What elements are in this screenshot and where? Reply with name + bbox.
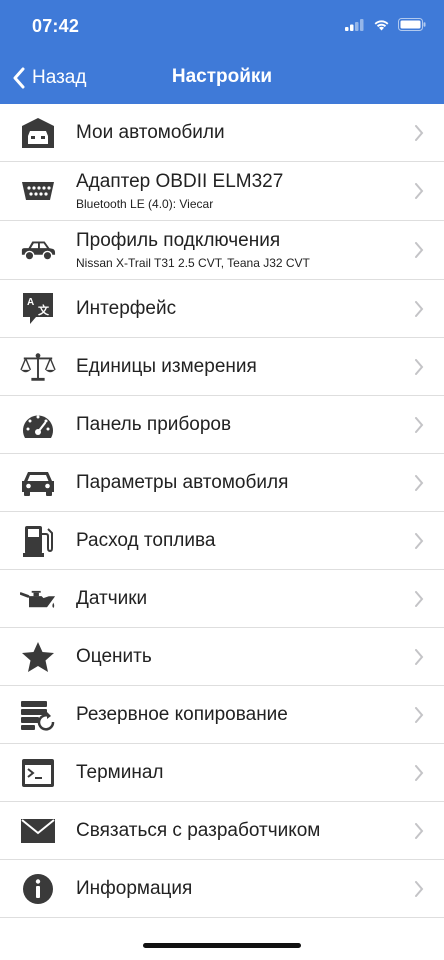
- chevron-right-icon: [415, 358, 424, 375]
- settings-item-connection-profile[interactable]: Профиль подключения Nissan X-Trail T31 2…: [0, 221, 444, 280]
- status-time: 07:42: [32, 16, 80, 36]
- back-button[interactable]: Назад: [12, 63, 86, 93]
- item-label: Панель приборов: [76, 413, 232, 435]
- chevron-right-icon: [415, 300, 424, 317]
- star-icon: [20, 639, 56, 675]
- svg-text:文: 文: [38, 303, 50, 317]
- chevron-right-icon: [415, 880, 424, 897]
- settings-item-my-cars[interactable]: Мои автомобили: [0, 104, 444, 162]
- info-icon: [20, 871, 56, 907]
- settings-item-dashboard[interactable]: Панель приборов: [0, 396, 444, 454]
- envelope-icon: [20, 813, 56, 849]
- settings-item-backup[interactable]: Резервное копирование: [0, 686, 444, 744]
- chevron-left-icon: [13, 67, 25, 89]
- item-label: Терминал: [76, 761, 164, 783]
- item-label: Датчики: [76, 587, 148, 609]
- item-subtitle: Bluetooth LE (4.0): Viecar: [76, 197, 214, 211]
- language-icon: A 文: [20, 291, 56, 327]
- settings-item-units[interactable]: Единицы измерения: [0, 338, 444, 396]
- item-label: Расход топлива: [76, 529, 216, 551]
- gauge-icon: [20, 407, 56, 443]
- chevron-right-icon: [415, 124, 424, 141]
- chevron-right-icon: [415, 416, 424, 433]
- car-side-icon: [20, 232, 56, 268]
- item-label: Мои автомобили: [76, 121, 225, 143]
- settings-item-vehicle-parameters[interactable]: Параметры автомобиля: [0, 454, 444, 512]
- settings-item-fuel-consumption[interactable]: Расход топлива: [0, 512, 444, 570]
- settings-item-terminal[interactable]: Терминал: [0, 744, 444, 802]
- status-icons: [345, 18, 426, 31]
- chevron-right-icon: [415, 706, 424, 723]
- item-label: Единицы измерения: [76, 355, 257, 377]
- settings-list: Мои автомобили Адаптер OBDII ELM327 Blue…: [0, 104, 444, 918]
- wifi-icon: [374, 19, 389, 30]
- status-bar: 07:42: [0, 0, 444, 52]
- back-label: Назад: [32, 67, 87, 88]
- garage-icon: [20, 115, 56, 151]
- item-label: Связаться с разработчиком: [76, 819, 321, 841]
- chevron-right-icon: [415, 474, 424, 491]
- obd-connector-icon: [20, 173, 56, 209]
- chevron-right-icon: [415, 532, 424, 549]
- home-indicator[interactable]: [143, 943, 301, 948]
- item-subtitle: Nissan X-Trail T31 2.5 CVT, Teana J32 CV…: [76, 256, 310, 270]
- item-label: Информация: [76, 877, 193, 899]
- oil-can-icon: [20, 581, 56, 617]
- chevron-right-icon: [415, 764, 424, 781]
- item-label: Профиль подключения: [76, 230, 281, 251]
- chevron-right-icon: [415, 590, 424, 607]
- settings-item-rate[interactable]: Оценить: [0, 628, 444, 686]
- chevron-right-icon: [415, 822, 424, 839]
- chevron-right-icon: [415, 648, 424, 665]
- settings-item-contact-developer[interactable]: Связаться с разработчиком: [0, 802, 444, 860]
- svg-text:A: A: [27, 297, 34, 308]
- item-label: Интерфейс: [76, 297, 177, 319]
- balance-scale-icon: [20, 349, 56, 385]
- fuel-pump-icon: [20, 523, 56, 559]
- car-front-icon: [20, 465, 56, 501]
- item-label: Параметры автомобиля: [76, 471, 289, 493]
- backup-icon: [20, 697, 56, 733]
- item-label: Резервное копирование: [76, 703, 288, 725]
- item-label: Оценить: [76, 645, 152, 667]
- battery-icon: [398, 18, 426, 31]
- settings-item-adapter[interactable]: Адаптер OBDII ELM327 Bluetooth LE (4.0):…: [0, 162, 444, 221]
- terminal-icon: [20, 755, 56, 791]
- settings-item-interface[interactable]: A 文 Интерфейс: [0, 280, 444, 338]
- navigation-bar: Назад Настройки: [0, 52, 444, 104]
- settings-item-information[interactable]: Информация: [0, 860, 444, 918]
- signal-icon: [345, 18, 364, 31]
- settings-item-sensors[interactable]: Датчики: [0, 570, 444, 628]
- chevron-right-icon: [415, 242, 424, 258]
- chevron-right-icon: [415, 183, 424, 199]
- item-label: Адаптер OBDII ELM327: [76, 171, 284, 192]
